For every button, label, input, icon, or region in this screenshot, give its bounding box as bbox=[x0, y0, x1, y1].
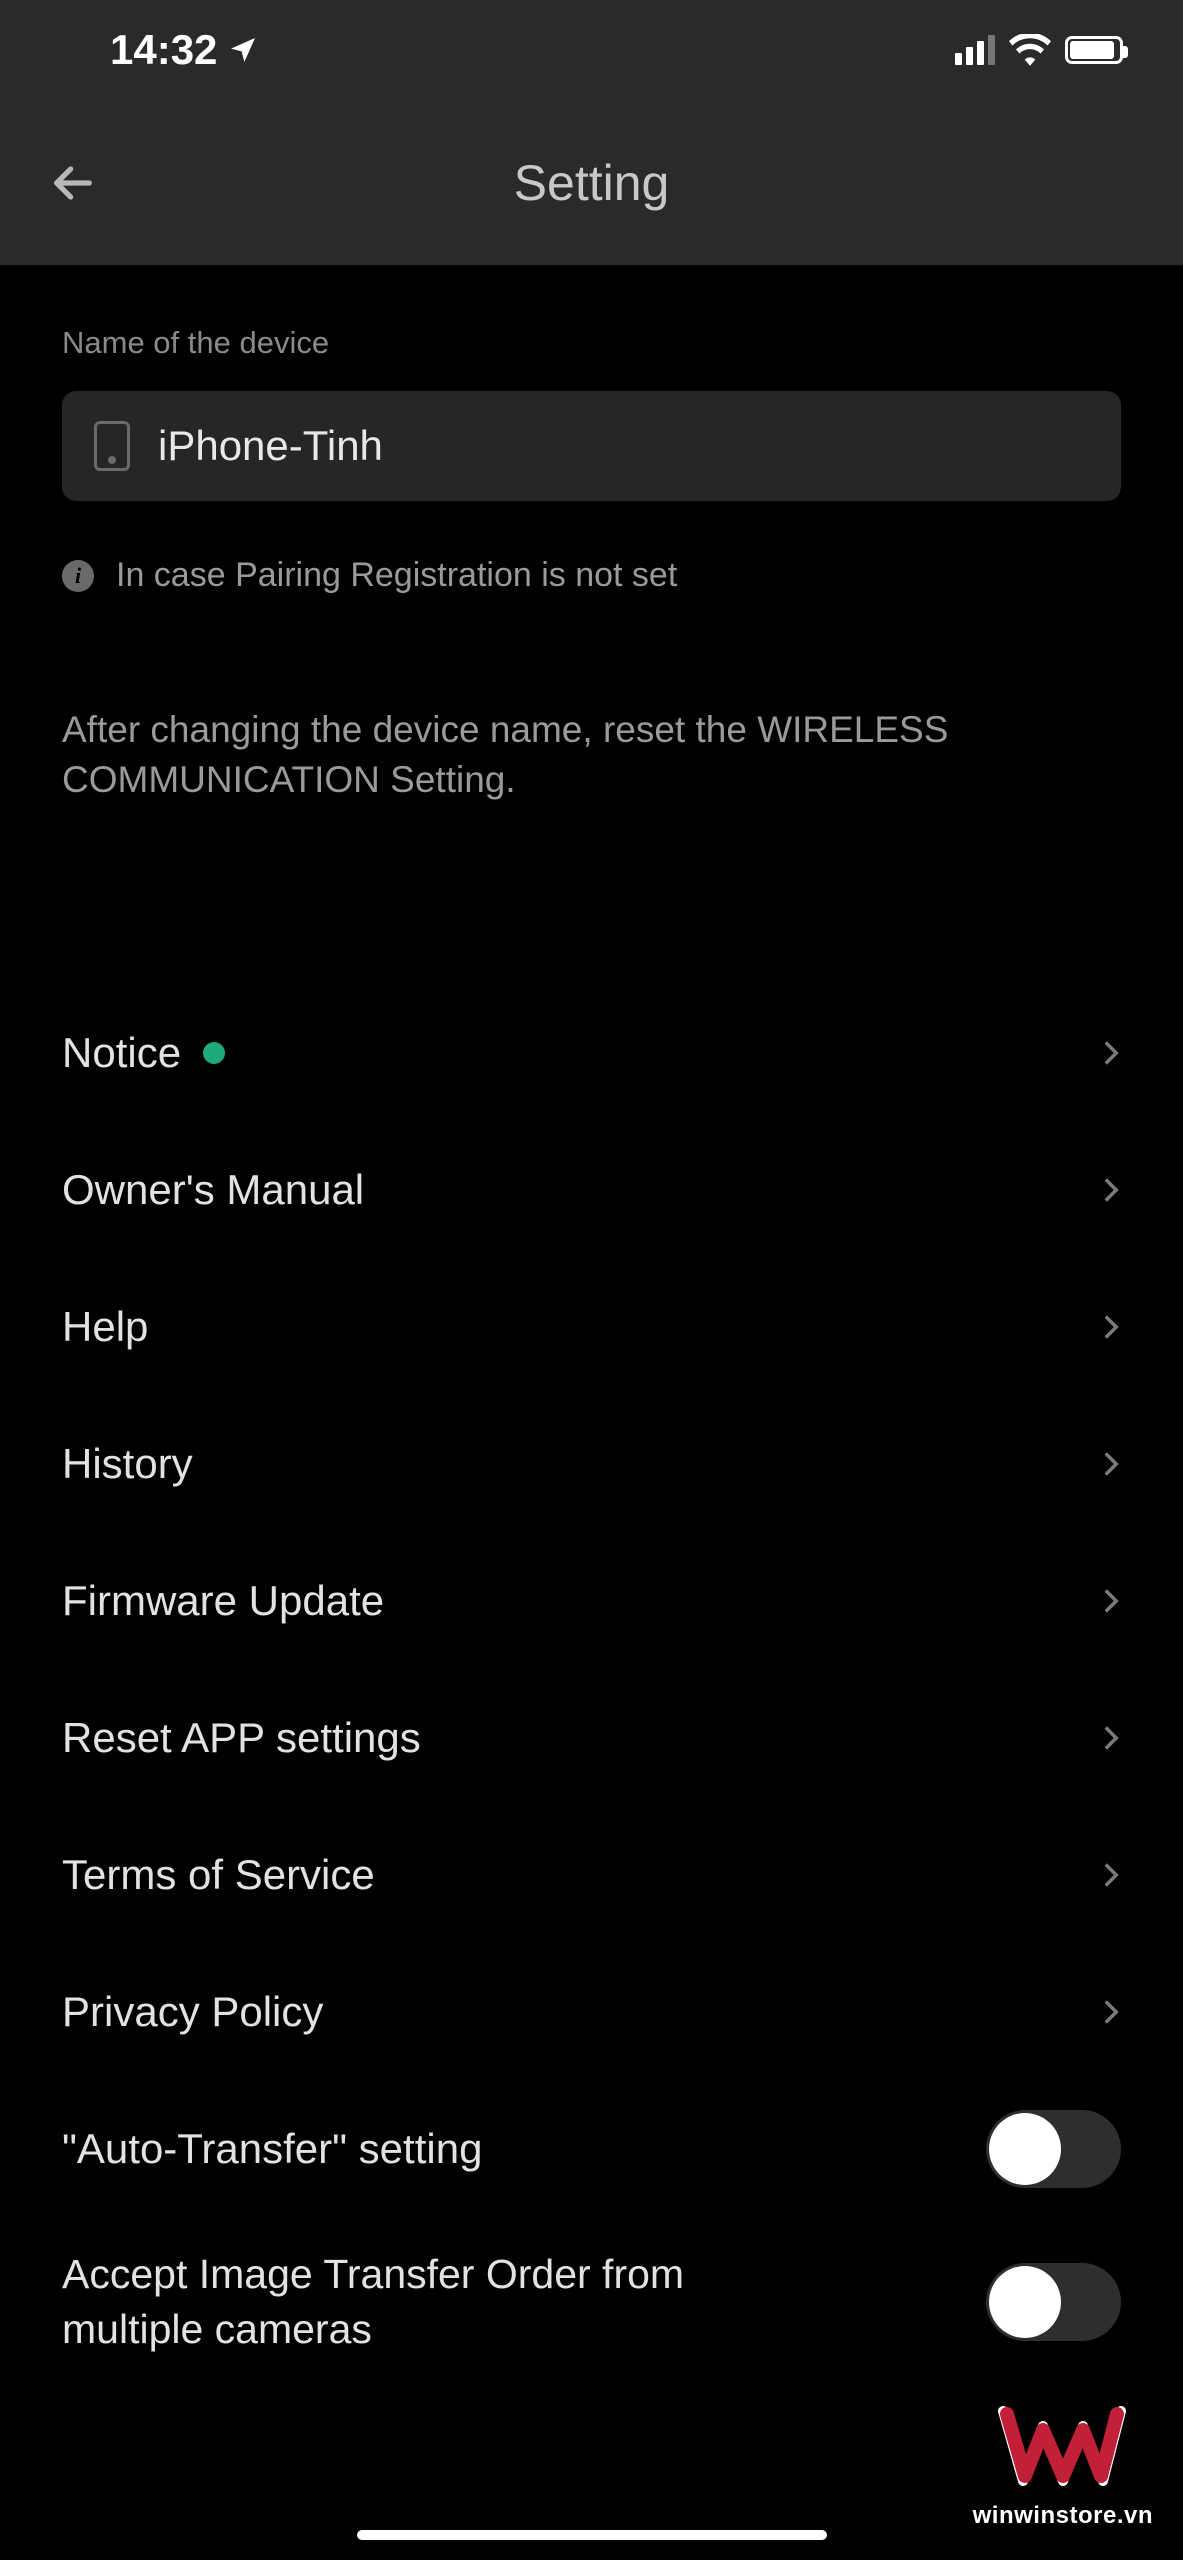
notice-label: Notice bbox=[62, 1029, 181, 1077]
firmware-update-label: Firmware Update bbox=[62, 1577, 384, 1625]
row-accept-multi: Accept Image Transfer Order from multipl… bbox=[62, 2218, 1121, 2386]
row-owners-manual[interactable]: Owner's Manual bbox=[62, 1122, 1121, 1259]
device-name-input[interactable]: iPhone-Tinh bbox=[62, 391, 1121, 501]
reset-note: After changing the device name, reset th… bbox=[62, 705, 1121, 805]
reset-app-label: Reset APP settings bbox=[62, 1714, 421, 1762]
accept-multi-label: Accept Image Transfer Order from multipl… bbox=[62, 2247, 742, 2358]
watermark-text: winwinstore.vn bbox=[973, 2502, 1153, 2530]
chevron-right-icon bbox=[1101, 1724, 1121, 1752]
accept-multi-toggle[interactable] bbox=[986, 2263, 1121, 2341]
phone-icon bbox=[94, 421, 130, 471]
watermark: winwinstore.vn bbox=[973, 2396, 1153, 2530]
row-privacy[interactable]: Privacy Policy bbox=[62, 1944, 1121, 2081]
settings-menu: Notice Owner's Manual Help History Firmw… bbox=[62, 985, 1121, 2386]
device-name-label: Name of the device bbox=[62, 325, 1121, 361]
chevron-right-icon bbox=[1101, 1176, 1121, 1204]
row-notice[interactable]: Notice bbox=[62, 985, 1121, 1122]
cellular-icon bbox=[955, 35, 995, 65]
time-text: 14:32 bbox=[110, 26, 217, 74]
chevron-right-icon bbox=[1101, 1313, 1121, 1341]
help-label: Help bbox=[62, 1303, 148, 1351]
row-firmware-update[interactable]: Firmware Update bbox=[62, 1533, 1121, 1670]
status-bar: 14:32 bbox=[0, 0, 1183, 100]
chevron-right-icon bbox=[1101, 1587, 1121, 1615]
history-label: History bbox=[62, 1440, 193, 1488]
chevron-right-icon bbox=[1101, 1861, 1121, 1889]
terms-label: Terms of Service bbox=[62, 1851, 375, 1899]
wifi-icon bbox=[1009, 34, 1051, 66]
auto-transfer-label: "Auto-Transfer" setting bbox=[62, 2125, 482, 2173]
home-indicator[interactable] bbox=[357, 2530, 827, 2540]
watermark-logo-icon bbox=[993, 2396, 1133, 2496]
back-button[interactable] bbox=[45, 155, 101, 211]
status-time: 14:32 bbox=[110, 26, 259, 74]
battery-icon bbox=[1065, 36, 1123, 64]
chevron-right-icon bbox=[1101, 1998, 1121, 2026]
content: Name of the device iPhone-Tinh i In case… bbox=[0, 265, 1183, 2386]
pairing-info-text: In case Pairing Registration is not set bbox=[116, 556, 677, 595]
row-help[interactable]: Help bbox=[62, 1259, 1121, 1396]
header-bar: Setting bbox=[0, 100, 1183, 265]
row-reset-app[interactable]: Reset APP settings bbox=[62, 1670, 1121, 1807]
row-history[interactable]: History bbox=[62, 1396, 1121, 1533]
notice-dot-icon bbox=[203, 1042, 225, 1064]
pairing-info-row: i In case Pairing Registration is not se… bbox=[62, 556, 1121, 595]
status-icons bbox=[955, 34, 1123, 66]
privacy-label: Privacy Policy bbox=[62, 1988, 323, 2036]
row-auto-transfer: "Auto-Transfer" setting bbox=[62, 2081, 1121, 2218]
auto-transfer-toggle[interactable] bbox=[986, 2110, 1121, 2188]
owners-manual-label: Owner's Manual bbox=[62, 1166, 364, 1214]
info-icon: i bbox=[62, 560, 94, 592]
chevron-right-icon bbox=[1101, 1450, 1121, 1478]
location-icon bbox=[227, 34, 259, 66]
device-name-value: iPhone-Tinh bbox=[158, 422, 383, 470]
page-title: Setting bbox=[514, 154, 670, 212]
row-terms[interactable]: Terms of Service bbox=[62, 1807, 1121, 1944]
chevron-right-icon bbox=[1101, 1039, 1121, 1067]
